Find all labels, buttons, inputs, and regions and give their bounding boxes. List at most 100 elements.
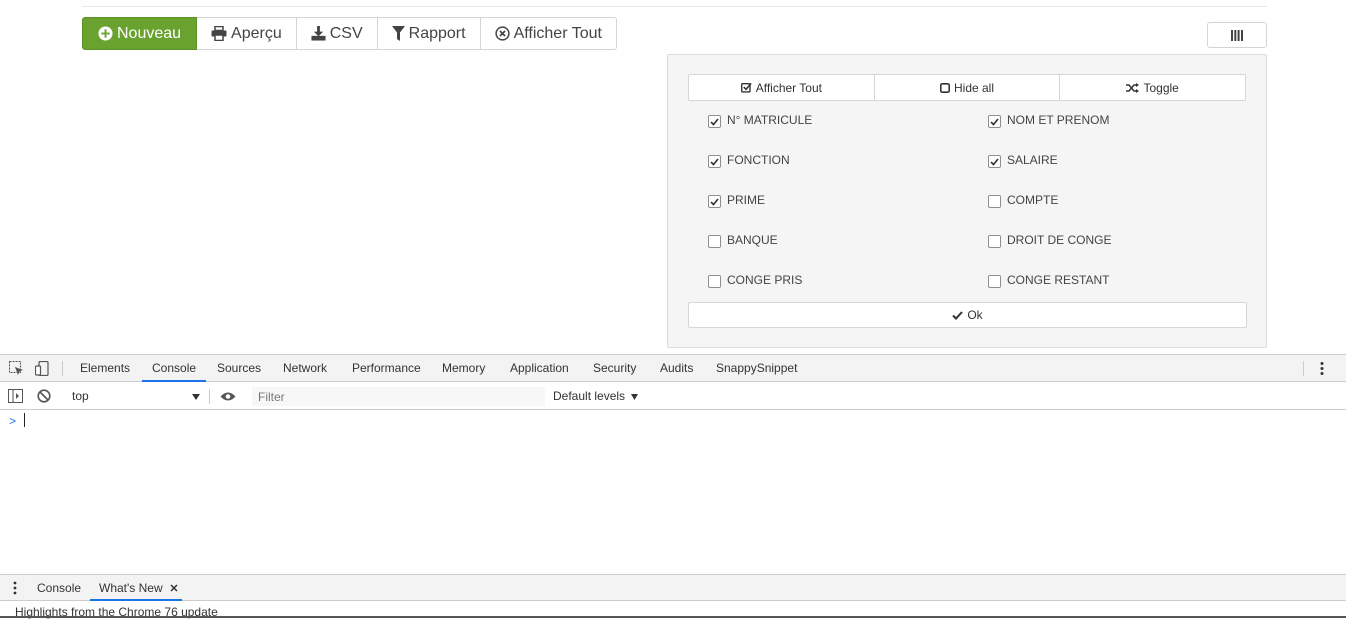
- column-checkbox[interactable]: [708, 195, 721, 208]
- column-checkbox-label: NOM ET PRENOM: [1007, 113, 1110, 127]
- devtools-tab-memory[interactable]: Memory: [442, 355, 485, 382]
- devtools-tab-snappysnippet[interactable]: SnappySnippet: [716, 355, 797, 382]
- csv-label: CSV: [329, 24, 363, 42]
- column-checkbox-label: COMPTE: [1007, 193, 1059, 207]
- column-checkbox[interactable]: [988, 275, 1001, 288]
- print-icon: [211, 26, 227, 41]
- ok-button[interactable]: Ok: [688, 302, 1247, 328]
- rapport-label: Rapport: [408, 24, 466, 42]
- log-levels-label: Default levels: [553, 389, 626, 403]
- check-icon: [952, 310, 964, 320]
- devtools-tab-application[interactable]: Application: [510, 355, 569, 382]
- inspect-element-icon[interactable]: [9, 361, 24, 376]
- column-checkbox-item[interactable]: N° MATRICULE: [708, 112, 812, 128]
- column-checkbox[interactable]: [708, 155, 721, 168]
- tab-separator: [62, 361, 63, 376]
- download-icon: [311, 26, 326, 41]
- column-checkbox-item[interactable]: PRIME: [708, 192, 765, 208]
- nouveau-label: Nouveau: [117, 24, 182, 42]
- visibility-button-group: Afficher Tout Hide all Toggle: [688, 74, 1246, 101]
- afficher-tout-label: Afficher Tout: [513, 24, 602, 42]
- drawer-menu-icon[interactable]: [12, 581, 18, 595]
- devtools-tab-console[interactable]: Console: [142, 355, 207, 382]
- dropdown-arrow-icon: [631, 394, 639, 400]
- column-checkbox-item[interactable]: FONCTION: [708, 152, 790, 168]
- column-checkbox[interactable]: [708, 275, 721, 288]
- column-checkbox[interactable]: [988, 235, 1001, 248]
- checkmark-icon: [710, 157, 719, 166]
- console-filter-input[interactable]: [252, 387, 545, 406]
- close-tab-icon[interactable]: [170, 584, 178, 592]
- devtools-tab-security[interactable]: Security: [593, 355, 636, 382]
- context-label: top: [72, 389, 89, 403]
- columns-icon: [1231, 29, 1243, 41]
- column-checkbox-label: N° MATRICULE: [727, 113, 813, 127]
- checkmark-icon: [710, 117, 719, 126]
- column-checkbox-label: FONCTION: [727, 153, 790, 167]
- column-visibility-panel: Afficher Tout Hide all Toggle N° MATRICU…: [667, 54, 1267, 348]
- ok-label: Ok: [967, 308, 983, 322]
- horizontal-scrollbar[interactable]: [0, 616, 1346, 618]
- hide-all-label: Hide all: [953, 80, 995, 95]
- column-checkbox-item[interactable]: CONGE RESTANT: [988, 272, 1109, 288]
- plus-circle-icon: [98, 26, 113, 41]
- toggle-button[interactable]: Toggle: [1060, 75, 1245, 100]
- column-checkbox[interactable]: [708, 235, 721, 248]
- devtools-panel: Elements Console Sources Network Performance…: [0, 354, 1346, 619]
- column-checkbox[interactable]: [988, 195, 1001, 208]
- sidebar-toggle-icon[interactable]: [8, 389, 23, 403]
- devtools-tab-elements[interactable]: Elements: [80, 355, 130, 382]
- more-options-icon[interactable]: [1318, 361, 1326, 376]
- afficher-tout-button[interactable]: Afficher Tout: [480, 17, 617, 50]
- dropdown-arrow-icon: [192, 394, 200, 400]
- close-circle-icon: [494, 26, 510, 41]
- rapport-button[interactable]: Rapport: [377, 17, 481, 50]
- live-expression-eye-icon[interactable]: [220, 391, 236, 402]
- column-checkbox-label: SALAIRE: [1007, 153, 1058, 167]
- toggle-label: Toggle: [1143, 80, 1179, 95]
- check-square-icon: [740, 82, 752, 93]
- drawer-tab-console[interactable]: Console: [37, 575, 81, 601]
- column-checkbox-label: PRIME: [727, 193, 766, 207]
- top-divider: [82, 6, 1267, 7]
- context-selector[interactable]: top: [65, 387, 205, 406]
- console-prompt-icon: >: [9, 414, 17, 428]
- nouveau-button[interactable]: Nouveau: [82, 17, 198, 50]
- apercu-label: Aperçu: [231, 24, 282, 42]
- console-input-caret[interactable]: [24, 413, 25, 427]
- drawer-tab-label: Console: [37, 581, 82, 595]
- show-all-button[interactable]: Afficher Tout: [689, 75, 875, 100]
- column-checkbox-item[interactable]: NOM ET PRENOM: [988, 112, 1109, 128]
- column-checkbox-item[interactable]: DROIT DE CONGE: [988, 232, 1111, 248]
- column-checkbox-item[interactable]: SALAIRE: [988, 152, 1058, 168]
- drawer-tab-whats-new[interactable]: What's New: [90, 575, 182, 601]
- hide-all-button[interactable]: Hide all: [875, 75, 1061, 100]
- devtools-tab-audits[interactable]: Audits: [660, 355, 693, 382]
- toolbar-separator: [209, 389, 210, 404]
- filter-icon: [391, 26, 405, 41]
- checkmark-icon: [710, 197, 719, 206]
- devtools-tab-bar: Elements Console Sources Network Performance…: [0, 355, 1346, 382]
- devtools-tab-network[interactable]: Network: [283, 355, 327, 382]
- log-levels-dropdown[interactable]: Default levels: [553, 387, 639, 406]
- column-checkbox-label: BANQUE: [727, 233, 778, 247]
- column-checkbox-label: CONGE RESTANT: [1007, 273, 1110, 287]
- drawer-tab-bar: Console What's New: [0, 574, 1346, 601]
- column-checkbox[interactable]: [708, 115, 721, 128]
- show-all-label: Afficher Tout: [755, 80, 822, 95]
- column-checkbox-item[interactable]: BANQUE: [708, 232, 778, 248]
- devtools-tab-performance[interactable]: Performance: [352, 355, 421, 382]
- column-checkbox[interactable]: [988, 155, 1001, 168]
- drawer-tab-label: What's New: [99, 581, 163, 595]
- csv-button[interactable]: CSV: [296, 17, 378, 50]
- device-toolbar-icon[interactable]: [35, 361, 50, 376]
- column-checkbox-item[interactable]: COMPTE: [988, 192, 1058, 208]
- column-checkbox[interactable]: [988, 115, 1001, 128]
- clear-console-icon[interactable]: [37, 389, 51, 403]
- column-checkbox-item[interactable]: CONGE PRIS: [708, 272, 802, 288]
- square-icon: [939, 82, 950, 93]
- checkmark-icon: [990, 117, 999, 126]
- columns-toggle-button[interactable]: [1207, 22, 1267, 48]
- devtools-tab-sources[interactable]: Sources: [217, 355, 261, 382]
- apercu-button[interactable]: Aperçu: [197, 17, 297, 50]
